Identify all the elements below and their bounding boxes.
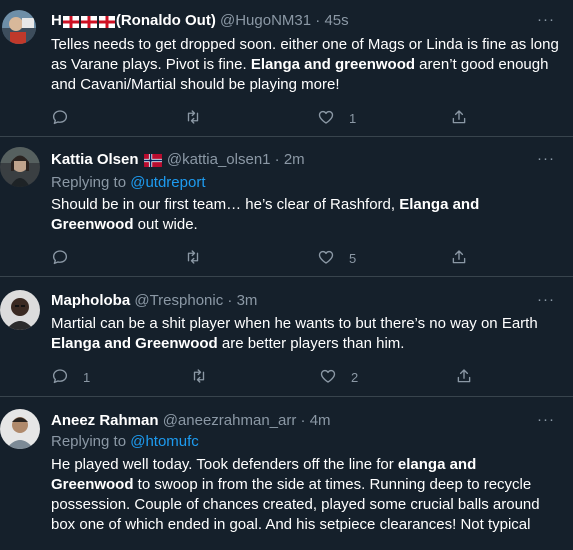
display-name[interactable]: H (51, 12, 62, 29)
replying-to: Replying to @htomufc (51, 432, 199, 452)
display-name[interactable]: Aneez Rahman (51, 412, 159, 429)
avatar[interactable] (0, 290, 40, 330)
norway-flag-icon (143, 153, 162, 173)
highlighted-keyword: Elanga and greenwood (250, 56, 416, 73)
heart-icon (319, 367, 337, 388)
avatar[interactable] (0, 409, 40, 449)
like-button[interactable]: 1 (317, 108, 356, 128)
retweet-button[interactable] (184, 108, 216, 128)
display-name[interactable]: Kattia Olsen (51, 151, 139, 168)
tweet-header: Kattia Olsen @kattia_olsen1 · 2m (51, 150, 305, 170)
reply-icon (51, 367, 69, 388)
reply-button[interactable] (51, 108, 83, 128)
share-button[interactable] (455, 367, 473, 387)
user-handle[interactable]: @Tresphonic (134, 292, 223, 309)
reply-button[interactable]: 1 (51, 367, 90, 387)
display-name-suffix[interactable]: (Ronaldo Out) (116, 12, 216, 29)
replying-to: Replying to @utdreport (51, 173, 205, 193)
like-button[interactable]: 5 (317, 248, 356, 268)
replying-to-label: Replying to (51, 433, 127, 450)
england-flag-icon (80, 14, 97, 34)
timestamp[interactable]: 2m (284, 151, 305, 168)
avatar[interactable] (2, 10, 36, 44)
heart-icon (317, 248, 335, 269)
england-flag-icon (98, 14, 115, 34)
reply-icon (51, 248, 69, 269)
tweet-actions: 1 (51, 108, 491, 128)
share-icon (450, 248, 468, 269)
tweet-header: H (Ronaldo Out) @HugoNM31 · 45s (51, 11, 349, 31)
user-handle[interactable]: @aneezrahman_arr (163, 412, 297, 429)
more-options-icon[interactable]: ··· (537, 149, 555, 169)
like-count: 5 (349, 250, 357, 266)
retweet-icon (184, 108, 202, 129)
tweet-text-segment: Martial can be a shit player when he wan… (51, 315, 538, 332)
like-count: 2 (351, 369, 359, 385)
england-flag-icon (62, 14, 79, 34)
tweet-text-segment: out wide. (133, 216, 198, 233)
retweet-button[interactable] (184, 248, 216, 268)
replying-to-link[interactable]: @htomufc (130, 433, 199, 450)
separator-dot: · (274, 151, 280, 168)
separator-dot: · (315, 12, 321, 29)
more-options-icon[interactable]: ··· (537, 290, 555, 310)
reply-icon (51, 108, 69, 129)
timestamp[interactable]: 4m (310, 412, 331, 429)
separator-dot: · (300, 412, 306, 429)
tweet-text-segment: are better players than him. (217, 335, 405, 352)
share-button[interactable] (450, 108, 468, 128)
tweet[interactable]: H (Ronaldo Out) @HugoNM31 · 45s ··· Telle… (0, 0, 573, 137)
tweet-text-segment: He played well today. Took defenders off… (51, 456, 398, 473)
share-icon (455, 367, 473, 388)
separator-dot: · (227, 292, 233, 309)
more-options-icon[interactable]: ··· (537, 410, 555, 430)
more-options-icon[interactable]: ··· (537, 10, 555, 30)
retweet-icon (190, 367, 208, 388)
tweet-text: Should be in our first team… he’s clear … (51, 195, 561, 235)
tweet-header: Mapholoba @Tresphonic · 3m (51, 291, 257, 311)
reply-button[interactable] (51, 248, 83, 268)
retweet-icon (184, 248, 202, 269)
reply-count: 1 (83, 369, 91, 385)
replying-to-link[interactable]: @utdreport (130, 174, 205, 191)
tweet-text: He played well today. Took defenders off… (51, 455, 561, 535)
replying-to-label: Replying to (51, 174, 127, 191)
like-count: 1 (349, 110, 357, 126)
user-handle[interactable]: @kattia_olsen1 (167, 151, 271, 168)
tweet[interactable]: Kattia Olsen @kattia_olsen1 · 2m ··· Rep… (0, 137, 573, 277)
retweet-button[interactable] (190, 367, 222, 387)
tweet-text-segment: Should be in our first team… he’s clear … (51, 196, 400, 213)
avatar[interactable] (0, 147, 40, 187)
share-button[interactable] (450, 248, 468, 268)
share-icon (450, 108, 468, 129)
tweet[interactable]: Aneez Rahman @aneezrahman_arr · 4m ··· R… (0, 397, 573, 550)
tweet-text: Telles needs to get dropped soon. either… (51, 35, 561, 95)
highlighted-keyword: Elanga and Greenwood (51, 335, 218, 352)
heart-icon (317, 108, 335, 129)
tweet-text: Martial can be a shit player when he wan… (51, 314, 561, 354)
timestamp[interactable]: 3m (237, 292, 258, 309)
display-name[interactable]: Mapholoba (51, 292, 130, 309)
user-handle[interactable]: @HugoNM31 (220, 12, 311, 29)
tweet-actions: 1 2 (51, 367, 491, 387)
tweet[interactable]: Mapholoba @Tresphonic · 3m ··· Martial c… (0, 277, 573, 397)
tweet-actions: 5 (51, 248, 491, 268)
tweet-header: Aneez Rahman @aneezrahman_arr · 4m (51, 411, 331, 431)
like-button[interactable]: 2 (319, 367, 358, 387)
timestamp[interactable]: 45s (324, 12, 348, 29)
